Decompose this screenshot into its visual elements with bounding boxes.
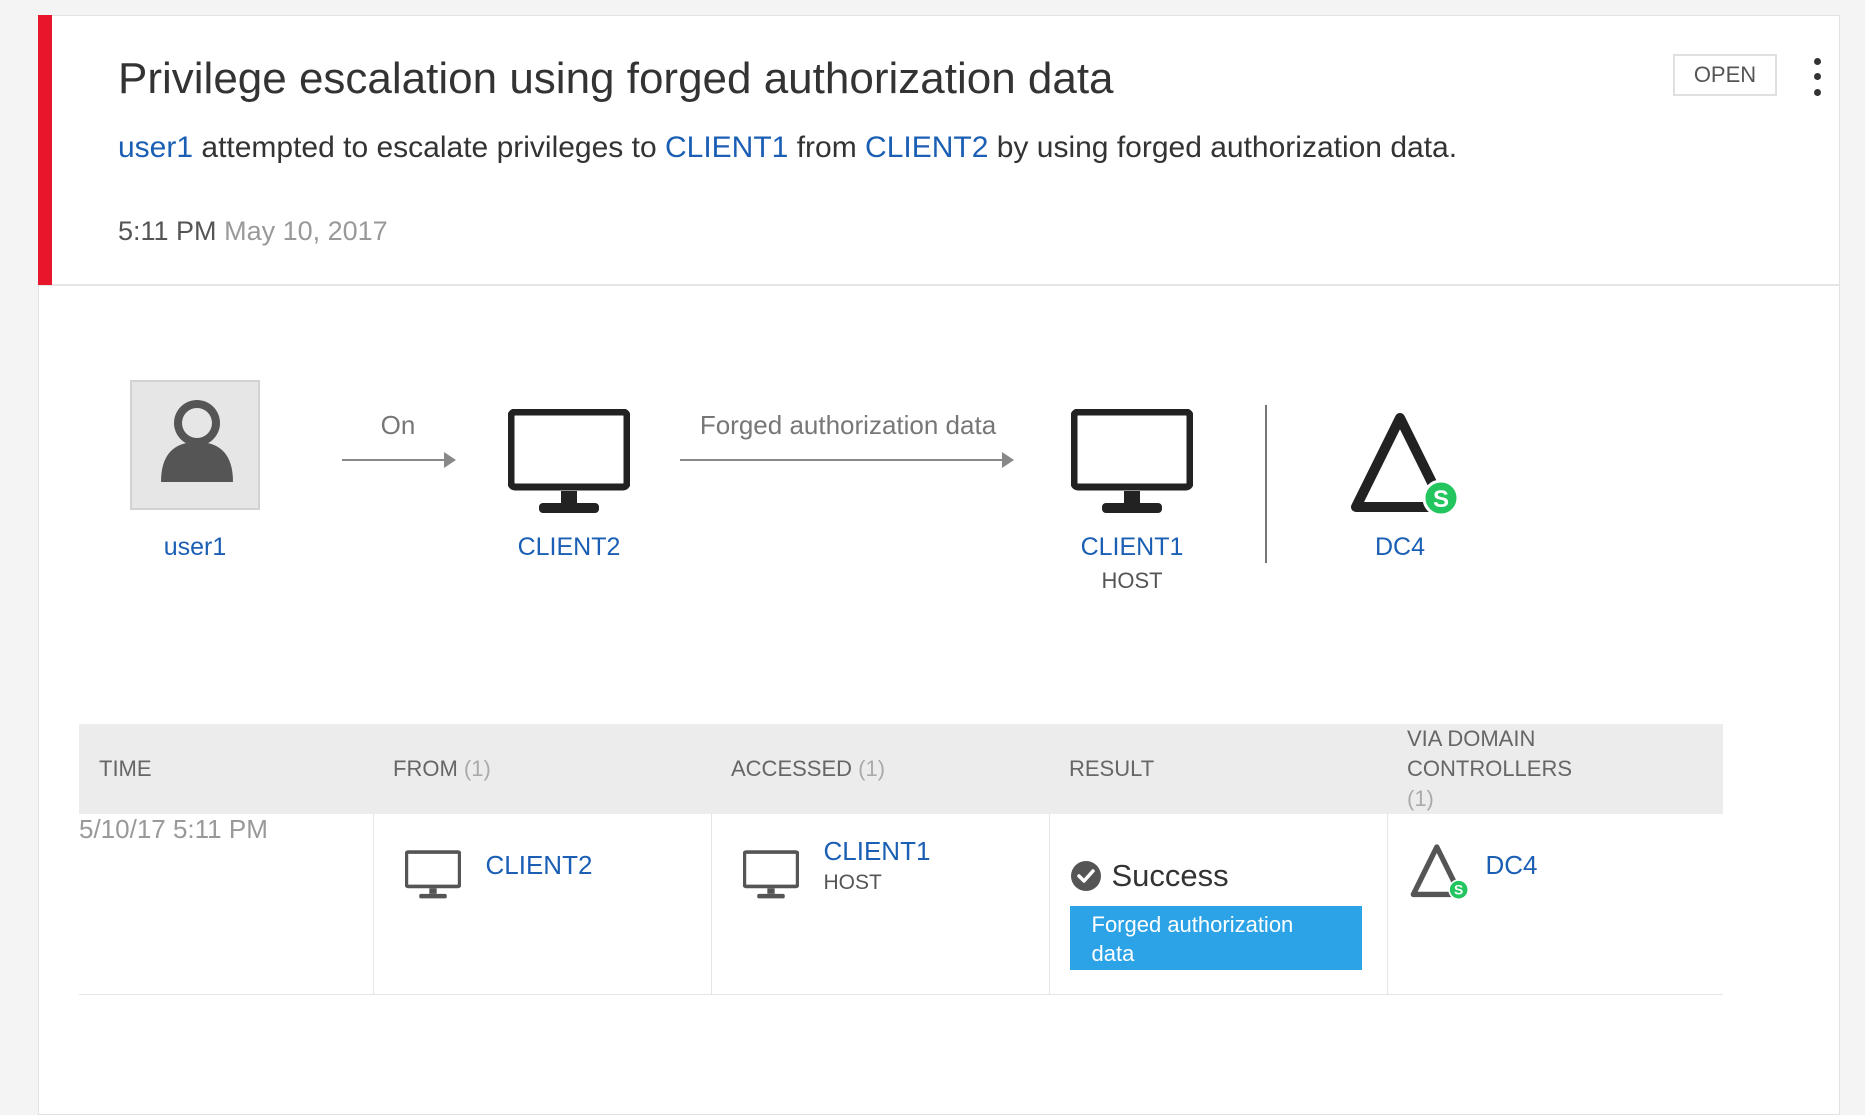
- diagram-target-sublabel: HOST: [1101, 568, 1163, 593]
- edge-on-label: On: [380, 410, 416, 440]
- alert-title: Privilege escalation using forged author…: [118, 54, 1114, 103]
- header-accessed-count: (1): [858, 756, 886, 781]
- edge-forged-label: Forged authorization data: [699, 410, 997, 440]
- domain-controller-icon: S: [1410, 844, 1469, 901]
- activity-table: TIME FROM (1) ACCESSED (1) RESULT VIA DO…: [79, 724, 1723, 995]
- more-options-icon[interactable]: [1803, 56, 1833, 106]
- row-accessed: CLIENT1 HOST: [711, 814, 1050, 995]
- status-button[interactable]: OPEN: [1673, 54, 1777, 96]
- header-accessed: ACCESSED (1): [711, 724, 1049, 814]
- check-circle-icon: [1070, 861, 1101, 891]
- diagram-dc-label[interactable]: DC4: [1340, 533, 1460, 562]
- row-via-link[interactable]: DC4: [1486, 850, 1538, 881]
- row-via: S DC4: [1387, 814, 1723, 995]
- header-via: VIA DOMAIN CONTROLLERS (1): [1387, 724, 1723, 814]
- source-link[interactable]: CLIENT2: [865, 131, 988, 164]
- header-result-label: RESULT: [1069, 756, 1155, 781]
- header-from: FROM (1): [373, 724, 711, 814]
- alert-timestamp: 5:11 PM May 10, 2017: [118, 216, 388, 247]
- alert-date: May 10, 2017: [224, 216, 388, 246]
- diagram-user-label[interactable]: user1: [130, 533, 260, 562]
- diagram-source-label[interactable]: CLIENT2: [484, 533, 654, 562]
- header-from-label: FROM: [393, 756, 458, 781]
- row-accessed-sublabel: HOST: [823, 871, 882, 894]
- diagram-target-label[interactable]: CLIENT1: [1047, 533, 1217, 562]
- severity-bar: [38, 15, 52, 285]
- user-link[interactable]: user1: [118, 131, 193, 164]
- alert-header: Privilege escalation using forged author…: [38, 15, 1839, 286]
- header-accessed-label: ACCESSED: [731, 756, 853, 781]
- alert-description: user1 attempted to escalate privileges t…: [118, 131, 1457, 165]
- header-time-label: TIME: [99, 756, 152, 781]
- monitor-icon: [1071, 409, 1193, 513]
- svg-text:S: S: [1433, 486, 1449, 513]
- monitor-icon: [404, 850, 461, 899]
- arrow-icon: [680, 452, 1014, 468]
- target-link[interactable]: CLIENT1: [665, 131, 788, 164]
- header-time: TIME: [79, 724, 373, 814]
- row-from-link[interactable]: CLIENT2: [486, 850, 593, 881]
- alert-time: 5:11 PM: [118, 216, 217, 246]
- domain-controller-icon: S: [1351, 413, 1460, 517]
- header-via-label: VIA DOMAIN CONTROLLERS: [1407, 726, 1573, 781]
- row-time: 5/10/17 5:11 PM: [79, 814, 374, 995]
- user-avatar[interactable]: [130, 380, 260, 510]
- desc-text-1: attempted to escalate privileges to: [193, 131, 665, 164]
- monitor-icon: [742, 850, 799, 899]
- result-tag: Forged authorization data: [1069, 906, 1362, 970]
- user-avatar-icon: [161, 400, 233, 482]
- table-header-row: TIME FROM (1) ACCESSED (1) RESULT VIA DO…: [79, 724, 1723, 814]
- table-row: 5/10/17 5:11 PM CLIENT2 CLIENT1 HOST Suc…: [79, 814, 1723, 995]
- header-from-count: (1): [463, 756, 491, 781]
- divider: [1265, 405, 1267, 563]
- header-via-count: (1): [1407, 786, 1434, 811]
- row-from: CLIENT2: [373, 814, 712, 995]
- row-accessed-link[interactable]: CLIENT1: [824, 836, 931, 867]
- row-result: Success Forged authorization data: [1049, 814, 1388, 995]
- desc-text-3: by using forged authorization data.: [988, 131, 1458, 164]
- header-result: RESULT: [1049, 724, 1387, 814]
- result-status: Success: [1111, 858, 1229, 893]
- arrow-icon: [342, 452, 456, 468]
- desc-text-2: from: [788, 131, 866, 164]
- svg-text:S: S: [1454, 881, 1463, 897]
- monitor-icon: [508, 409, 630, 513]
